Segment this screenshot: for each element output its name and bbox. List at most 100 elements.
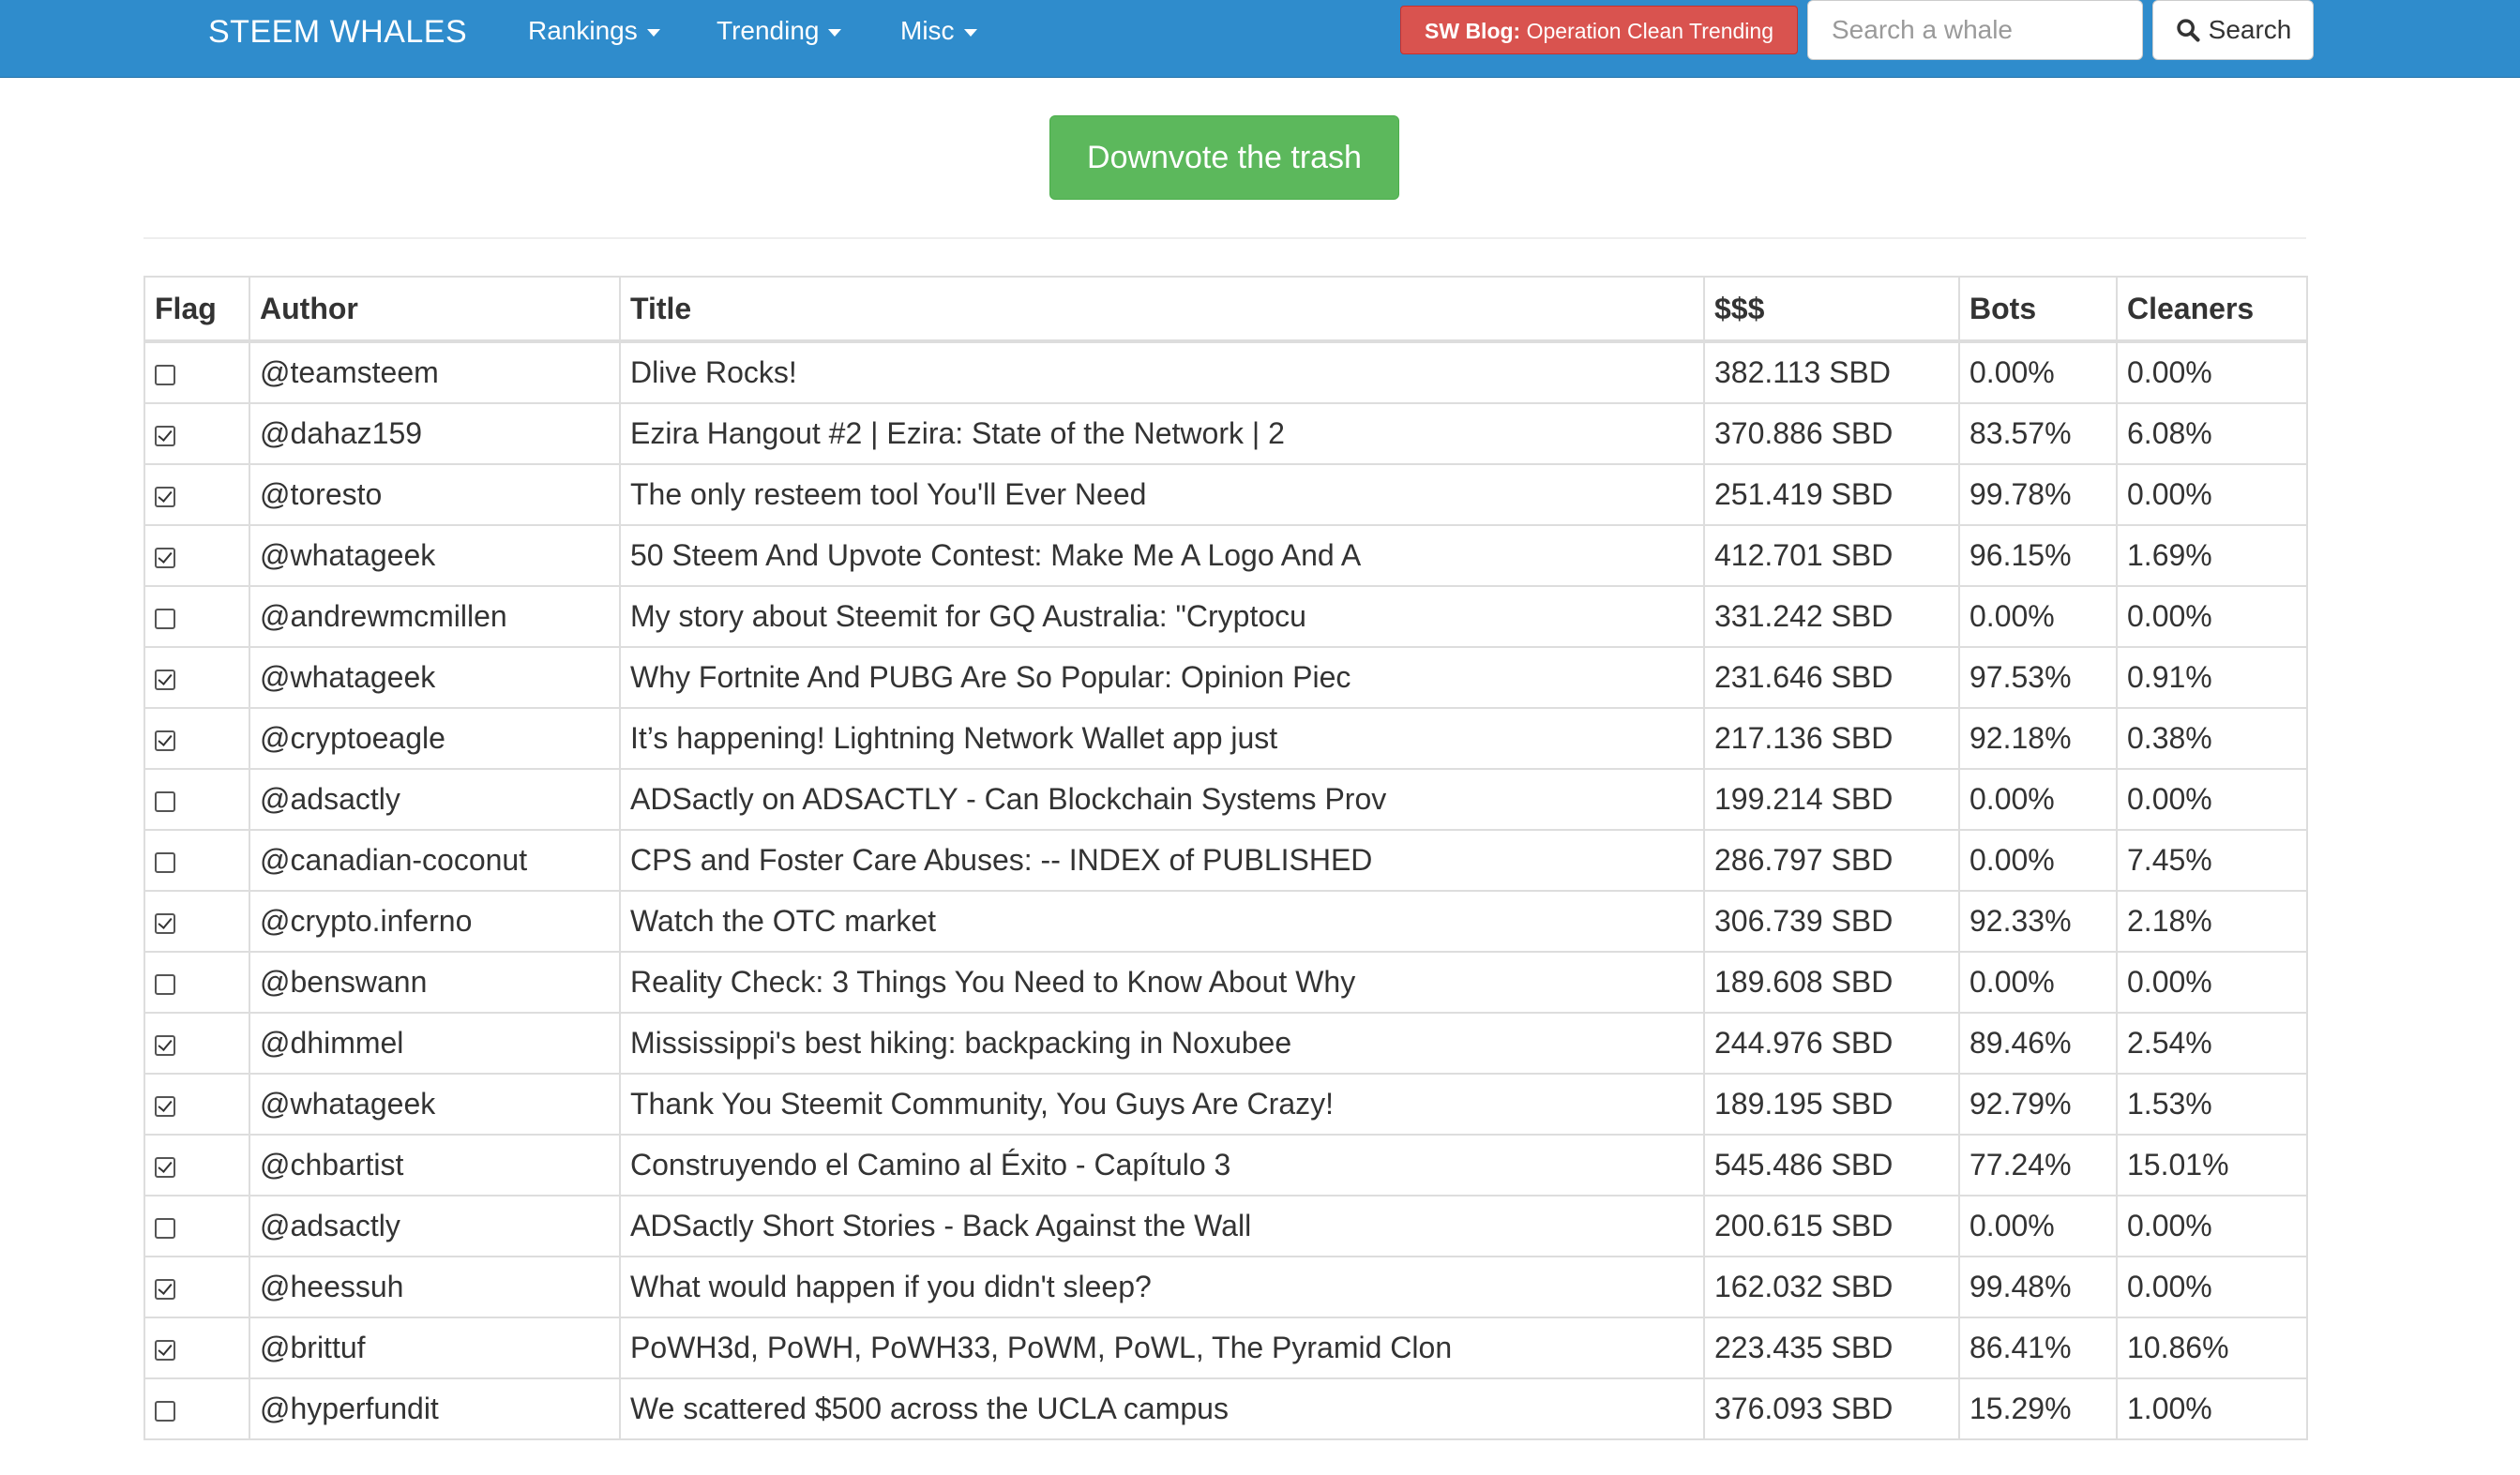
payout-cell: 200.615 SBD — [1703, 1195, 1960, 1257]
flag-cell — [143, 1256, 250, 1318]
author-cell: @canadian-coconut — [249, 829, 621, 892]
cleaners-cell: 10.86% — [2116, 1317, 2308, 1379]
payout-cell: 251.419 SBD — [1703, 463, 1960, 526]
col-header-flag: Flag — [143, 276, 250, 343]
title-cell: CPS and Foster Care Abuses: -- INDEX of … — [619, 829, 1705, 892]
sw-blog-button[interactable]: SW Blog: Operation Clean Trending — [1400, 6, 1798, 54]
flag-checkbox[interactable] — [155, 486, 175, 507]
nav-misc-dropdown[interactable]: Misc — [900, 15, 977, 47]
downvote-trash-button[interactable]: Downvote the trash — [1049, 115, 1399, 200]
brand-link[interactable]: STEEM WHALES — [208, 13, 467, 51]
flag-checkbox[interactable] — [155, 1156, 175, 1178]
flag-cell — [143, 890, 250, 953]
title-cell: PoWH3d, PoWH, PoWH33, PoWM, PoWL, The Py… — [619, 1317, 1705, 1379]
table-row: @whatageek Thank You Steemit Community, Y… — [143, 1073, 2308, 1136]
divider — [143, 237, 2306, 239]
title-cell: Dlive Rocks! — [619, 340, 1705, 404]
author-cell: @cryptoeagle — [249, 707, 621, 770]
cleaners-cell: 0.00% — [2116, 340, 2308, 404]
table-header-row: Flag Author Title $$$ Bots Cleaners — [143, 276, 2308, 343]
payout-cell: 376.093 SBD — [1703, 1377, 1960, 1440]
nav-trending-dropdown[interactable]: Trending — [717, 15, 842, 47]
title-cell: Ezira Hangout #2 | Ezira: State of the N… — [619, 402, 1705, 465]
flag-checkbox[interactable] — [155, 608, 175, 629]
cleaners-cell: 0.00% — [2116, 585, 2308, 648]
bots-cell: 0.00% — [1958, 829, 2118, 892]
cleaners-cell: 2.54% — [2116, 1012, 2308, 1075]
flag-checkbox[interactable] — [155, 1095, 175, 1117]
flag-checkbox[interactable] — [155, 851, 175, 873]
title-cell: Why Fortnite And PUBG Are So Popular: Op… — [619, 646, 1705, 709]
bots-cell: 92.79% — [1958, 1073, 2118, 1136]
bots-cell: 0.00% — [1958, 768, 2118, 831]
flag-checkbox[interactable] — [155, 1278, 175, 1300]
flag-checkbox[interactable] — [155, 669, 175, 690]
cleaners-cell: 0.00% — [2116, 1195, 2308, 1257]
flag-checkbox[interactable] — [155, 364, 175, 385]
title-cell: Thank You Steemit Community, You Guys Ar… — [619, 1073, 1705, 1136]
col-header-title: Title — [619, 276, 1705, 343]
payout-cell: 244.976 SBD — [1703, 1012, 1960, 1075]
trending-table-container: Flag Author Title $$$ Bots Cleaners @tea… — [143, 276, 2308, 1440]
author-cell: @dhimmel — [249, 1012, 621, 1075]
payout-cell: 223.435 SBD — [1703, 1317, 1960, 1379]
bots-cell: 99.48% — [1958, 1256, 2118, 1318]
flag-cell — [143, 585, 250, 648]
author-cell: @crypto.inferno — [249, 890, 621, 953]
table-row: @whatageek Why Fortnite And PUBG Are So P… — [143, 646, 2308, 709]
bots-cell: 15.29% — [1958, 1377, 2118, 1440]
flag-cell — [143, 768, 250, 831]
flag-checkbox[interactable] — [155, 1217, 175, 1239]
col-header-author: Author — [249, 276, 621, 343]
author-cell: @whatageek — [249, 646, 621, 709]
flag-cell — [143, 402, 250, 465]
blog-title: Operation Clean Trending — [1526, 19, 1773, 43]
table-row: @adsactly ADSactly on ADSACTLY - Can Bloc… — [143, 768, 2308, 831]
title-cell: Reality Check: 3 Things You Need to Know… — [619, 951, 1705, 1014]
search-icon — [2176, 19, 2200, 42]
author-cell: @heessuh — [249, 1256, 621, 1318]
flag-checkbox[interactable] — [155, 790, 175, 812]
table-row: @crypto.inferno Watch the OTC market 306.7… — [143, 890, 2308, 953]
author-cell: @toresto — [249, 463, 621, 526]
author-cell: @brittuf — [249, 1317, 621, 1379]
payout-cell: 306.739 SBD — [1703, 890, 1960, 953]
flag-checkbox[interactable] — [155, 425, 175, 446]
flag-checkbox[interactable] — [155, 912, 175, 934]
col-header-bots: Bots — [1958, 276, 2118, 343]
cleaners-cell: 15.01% — [2116, 1134, 2308, 1197]
nav-rankings-label: Rankings — [528, 16, 638, 45]
flag-checkbox[interactable] — [155, 1339, 175, 1361]
title-cell: What would happen if you didn't sleep? — [619, 1256, 1705, 1318]
bots-cell: 0.00% — [1958, 1195, 2118, 1257]
payout-cell: 199.214 SBD — [1703, 768, 1960, 831]
flag-checkbox[interactable] — [155, 973, 175, 995]
payout-cell: 231.646 SBD — [1703, 646, 1960, 709]
bots-cell: 0.00% — [1958, 951, 2118, 1014]
flag-cell — [143, 1012, 250, 1075]
flag-checkbox[interactable] — [155, 1400, 175, 1422]
col-header-sbd: $$$ — [1703, 276, 1960, 343]
search-whale-input[interactable] — [1807, 0, 2143, 60]
author-cell: @teamsteem — [249, 340, 621, 404]
flag-checkbox[interactable] — [155, 547, 175, 568]
cleaners-cell: 7.45% — [2116, 829, 2308, 892]
table-row: @brittuf PoWH3d, PoWH, PoWH33, PoWM, PoWL… — [143, 1317, 2308, 1379]
bots-cell: 97.53% — [1958, 646, 2118, 709]
table-row: @toresto The only resteem tool You'll Eve… — [143, 463, 2308, 526]
bots-cell: 0.00% — [1958, 585, 2118, 648]
payout-cell: 162.032 SBD — [1703, 1256, 1960, 1318]
flag-checkbox[interactable] — [155, 1034, 175, 1056]
search-button[interactable]: Search — [2152, 0, 2314, 60]
flag-checkbox[interactable] — [155, 730, 175, 751]
author-cell: @benswann — [249, 951, 621, 1014]
flag-cell — [143, 463, 250, 526]
payout-cell: 189.195 SBD — [1703, 1073, 1960, 1136]
author-cell: @adsactly — [249, 768, 621, 831]
author-cell: @andrewmcmillen — [249, 585, 621, 648]
table-row: @adsactly ADSactly Short Stories - Back A… — [143, 1195, 2308, 1257]
cleaners-cell: 2.18% — [2116, 890, 2308, 953]
nav-rankings-dropdown[interactable]: Rankings — [528, 15, 660, 47]
payout-cell: 331.242 SBD — [1703, 585, 1960, 648]
bots-cell: 99.78% — [1958, 463, 2118, 526]
